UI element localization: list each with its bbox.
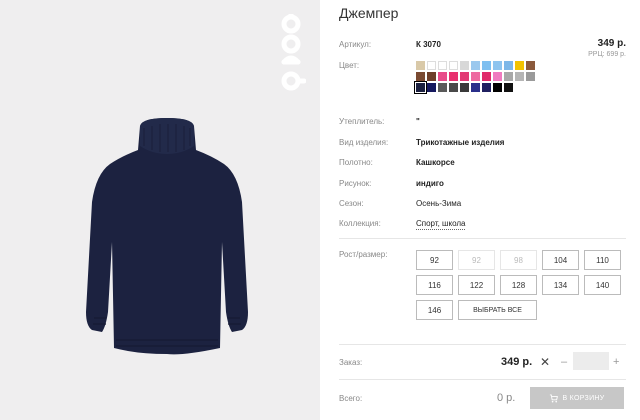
color-swatch[interactable] <box>482 83 491 92</box>
sweater-image <box>86 118 248 355</box>
size-option[interactable]: 116 <box>416 275 453 295</box>
divider <box>339 379 626 380</box>
size-option[interactable]: 134 <box>542 275 579 295</box>
type-label: Вид изделия: <box>339 138 389 147</box>
color-swatch[interactable] <box>438 72 447 81</box>
color-swatches <box>414 61 536 94</box>
size-option: 92 <box>458 250 495 270</box>
color-swatch[interactable] <box>471 72 480 81</box>
product-title: Джемпер <box>339 5 399 21</box>
size-option[interactable]: 146 <box>416 300 453 320</box>
add-to-cart-button[interactable]: В КОРЗИНУ <box>530 387 624 409</box>
total-label: Всего: <box>339 394 363 403</box>
color-swatch[interactable] <box>438 83 447 92</box>
select-all-sizes-button[interactable]: ВЫБРАТЬ ВСЕ <box>458 300 537 320</box>
color-swatch[interactable] <box>416 72 425 81</box>
size-option: 98 <box>500 250 537 270</box>
color-swatch[interactable] <box>427 61 436 70</box>
divider <box>339 344 626 345</box>
color-swatch[interactable] <box>526 72 535 81</box>
color-swatch[interactable] <box>438 61 447 70</box>
cart-icon <box>550 393 559 402</box>
color-swatch[interactable] <box>449 61 458 70</box>
color-swatch[interactable] <box>515 72 524 81</box>
color-swatch[interactable] <box>493 72 502 81</box>
color-swatch[interactable] <box>471 61 480 70</box>
product-photo <box>0 0 320 420</box>
color-swatch[interactable] <box>504 61 513 70</box>
quantity-input[interactable] <box>573 352 609 370</box>
color-label: Цвет: <box>339 61 360 70</box>
plus-button[interactable]: + <box>613 356 619 368</box>
close-icon[interactable]: ✕ <box>540 355 550 369</box>
color-swatch[interactable] <box>449 83 458 92</box>
season-label: Сезон: <box>339 199 364 208</box>
order-label: Заказ: <box>339 358 363 367</box>
color-swatch[interactable] <box>460 72 469 81</box>
season-value: Осень-Зима <box>416 199 462 208</box>
color-swatch[interactable] <box>414 81 427 94</box>
color-swatch[interactable] <box>460 61 469 70</box>
total-price: 0 р. <box>497 392 516 404</box>
article-value: К 3070 <box>416 40 441 49</box>
color-swatch[interactable] <box>504 72 513 81</box>
color-swatch[interactable] <box>471 83 480 92</box>
minus-button[interactable]: – <box>561 356 567 368</box>
product-price: 349 р. <box>597 38 626 49</box>
color-swatch[interactable] <box>482 72 491 81</box>
collection-label: Коллекция: <box>339 219 381 228</box>
article-label: Артикул: <box>339 40 372 49</box>
add-to-cart-label: В КОРЗИНУ <box>562 394 605 402</box>
insulation-label: Утеплитель: <box>339 117 385 126</box>
fabric-value: Кашкорсе <box>416 158 455 167</box>
size-grid: 92 92 98 104 110 116 122 128 134 140 146 ВЫБРАТЬ ВС… <box>416 250 628 320</box>
pattern-label: Рисунок: <box>339 179 372 188</box>
divider <box>339 238 626 239</box>
size-option[interactable]: 140 <box>584 275 621 295</box>
order-price: 349 р. <box>501 356 533 368</box>
collection-link[interactable]: Спорт, школа <box>416 219 466 230</box>
brand-logo <box>281 14 306 91</box>
pattern-value: индиго <box>416 179 444 188</box>
size-option[interactable]: 122 <box>458 275 495 295</box>
color-swatch[interactable] <box>460 83 469 92</box>
color-swatch[interactable] <box>427 72 436 81</box>
insulation-value: " <box>416 117 420 126</box>
color-swatch[interactable] <box>515 61 524 70</box>
size-option[interactable]: 128 <box>500 275 537 295</box>
color-swatch[interactable] <box>416 61 425 70</box>
size-option[interactable]: 92 <box>416 250 453 270</box>
type-value: Трикотажные изделия <box>416 138 505 147</box>
color-swatch[interactable] <box>427 83 436 92</box>
color-swatch[interactable] <box>493 61 502 70</box>
size-option[interactable]: 110 <box>584 250 621 270</box>
color-swatch[interactable] <box>482 61 491 70</box>
color-swatch[interactable] <box>493 83 502 92</box>
rrp-price: РРЦ: 699 р. <box>588 51 626 58</box>
color-swatch[interactable] <box>504 83 513 92</box>
color-swatch[interactable] <box>449 72 458 81</box>
color-swatch[interactable] <box>526 61 535 70</box>
size-label: Рост/размер: <box>339 250 388 259</box>
fabric-label: Полотно: <box>339 158 373 167</box>
size-option[interactable]: 104 <box>542 250 579 270</box>
